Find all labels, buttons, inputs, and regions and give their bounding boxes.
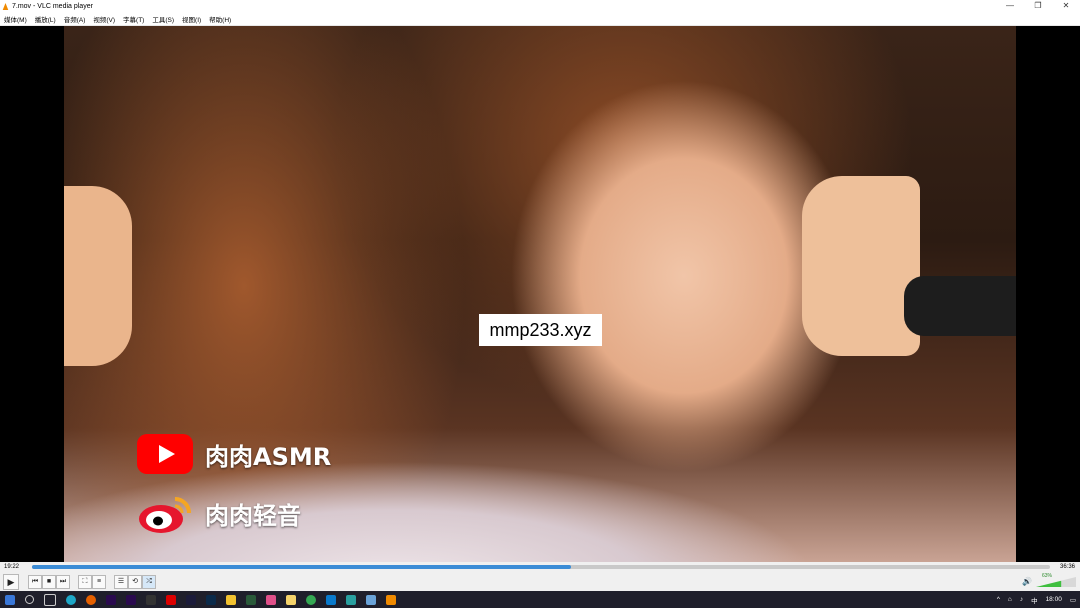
total-time: 36:36 <box>1059 564 1075 570</box>
vscode-icon[interactable] <box>326 594 336 605</box>
ae-icon[interactable] <box>186 594 196 605</box>
youtube-icon <box>137 434 193 474</box>
notification-icon[interactable]: ▭ <box>1070 596 1076 604</box>
window-title: 7.mov - VLC media player <box>12 2 93 10</box>
weibo-channel-name: 肉肉轻音 <box>205 501 301 530</box>
start-icon[interactable] <box>5 594 15 605</box>
menu-tools[interactable]: 工具(S) <box>148 14 178 24</box>
speaker-icon[interactable]: 🔊 <box>1022 577 1032 586</box>
system-tray: ^ ⌂ ♪ 中 18:00 ▭ <box>993 591 1080 608</box>
game-icon[interactable] <box>266 594 276 605</box>
seek-row: 19:22 36:36 <box>0 562 1080 573</box>
folder-icon[interactable] <box>226 594 236 605</box>
play-button[interactable]: ▶ <box>3 574 19 590</box>
menu-audio[interactable]: 音频(A) <box>60 14 90 24</box>
playlist-button[interactable]: ☰ <box>114 575 128 589</box>
maximize-button[interactable]: ❐ <box>1024 0 1052 12</box>
minimize-button[interactable]: — <box>996 0 1024 12</box>
tray-chevron-icon[interactable]: ^ <box>997 596 1000 603</box>
premiere-icon-2[interactable] <box>126 594 136 605</box>
file-explorer-icon[interactable] <box>286 594 296 605</box>
menu-playback[interactable]: 播放(L) <box>31 14 60 24</box>
close-button[interactable]: ✕ <box>1052 0 1080 12</box>
fullscreen-button[interactable]: ⛶ <box>78 575 92 589</box>
elapsed-time: 19:22 <box>4 564 20 570</box>
app-icon[interactable] <box>366 594 376 605</box>
volume-percent: 63% <box>1042 573 1053 579</box>
watermark-text: mmp233.xyz <box>479 314 602 346</box>
acrobat-icon[interactable] <box>166 594 176 605</box>
menu-view[interactable]: 视图(I) <box>178 14 205 24</box>
next-button[interactable]: ⏭ <box>56 575 70 589</box>
youtube-channel-name: 肉肉ASMR <box>205 442 332 471</box>
menu-help[interactable]: 帮助(H) <box>205 14 235 24</box>
weibo-channel: 肉肉轻音 <box>137 491 301 535</box>
stop-button[interactable]: ■ <box>42 575 56 589</box>
chrome-icon[interactable] <box>306 594 316 605</box>
previous-button[interactable]: ⏮ <box>28 575 42 589</box>
weibo-icon <box>139 497 191 533</box>
davinci-icon[interactable] <box>146 594 156 605</box>
volume-tray-icon[interactable]: ♪ <box>1020 596 1023 603</box>
menu-bar: 媒体(M) 播放(L) 音频(A) 视频(V) 字幕(T) 工具(S) 视图(I… <box>0 12 1080 26</box>
random-button[interactable]: ⤮ <box>142 575 156 589</box>
premiere-icon[interactable] <box>106 594 116 605</box>
search-icon[interactable] <box>25 595 34 604</box>
menu-subtitle[interactable]: 字幕(T) <box>119 14 148 24</box>
title-bar: 7.mov - VLC media player — ❐ ✕ <box>0 0 1080 12</box>
photoshop-icon[interactable] <box>206 594 216 605</box>
control-bar: ▶ ⏮ ■ ⏭ ⛶ ≡ ☰ ⟲ ⤮ 🔊 63% <box>0 573 1080 591</box>
loop-button[interactable]: ⟲ <box>128 575 142 589</box>
firefox-icon[interactable] <box>86 594 96 605</box>
clock[interactable]: 18:00 <box>1046 596 1062 603</box>
windows-taskbar: ^ ⌂ ♪ 中 18:00 ▭ <box>0 591 1080 608</box>
extended-settings-button[interactable]: ≡ <box>92 575 106 589</box>
youtube-channel: 肉肉ASMR <box>137 434 331 474</box>
task-view-icon[interactable] <box>44 593 56 606</box>
silicone-ear-right <box>802 176 920 356</box>
vlc-cone-icon <box>2 2 9 10</box>
silicone-ear-left <box>64 186 132 366</box>
vlc-icon[interactable] <box>386 594 396 605</box>
ime-indicator[interactable]: 中 <box>1031 595 1038 605</box>
microphone-arm <box>904 276 1016 336</box>
terminal-icon[interactable] <box>246 594 256 605</box>
menu-media[interactable]: 媒体(M) <box>0 14 31 24</box>
seek-progress <box>32 565 571 569</box>
menu-video[interactable]: 视频(V) <box>89 14 119 24</box>
video-area[interactable]: mmp233.xyz 肉肉ASMR 肉肉轻音 <box>0 26 1080 562</box>
video-frame <box>64 26 1016 562</box>
seek-slider[interactable] <box>32 565 1050 569</box>
network-icon[interactable]: ⌂ <box>1008 596 1012 603</box>
edge-icon[interactable] <box>66 594 76 605</box>
screenshot-icon[interactable] <box>346 594 356 605</box>
